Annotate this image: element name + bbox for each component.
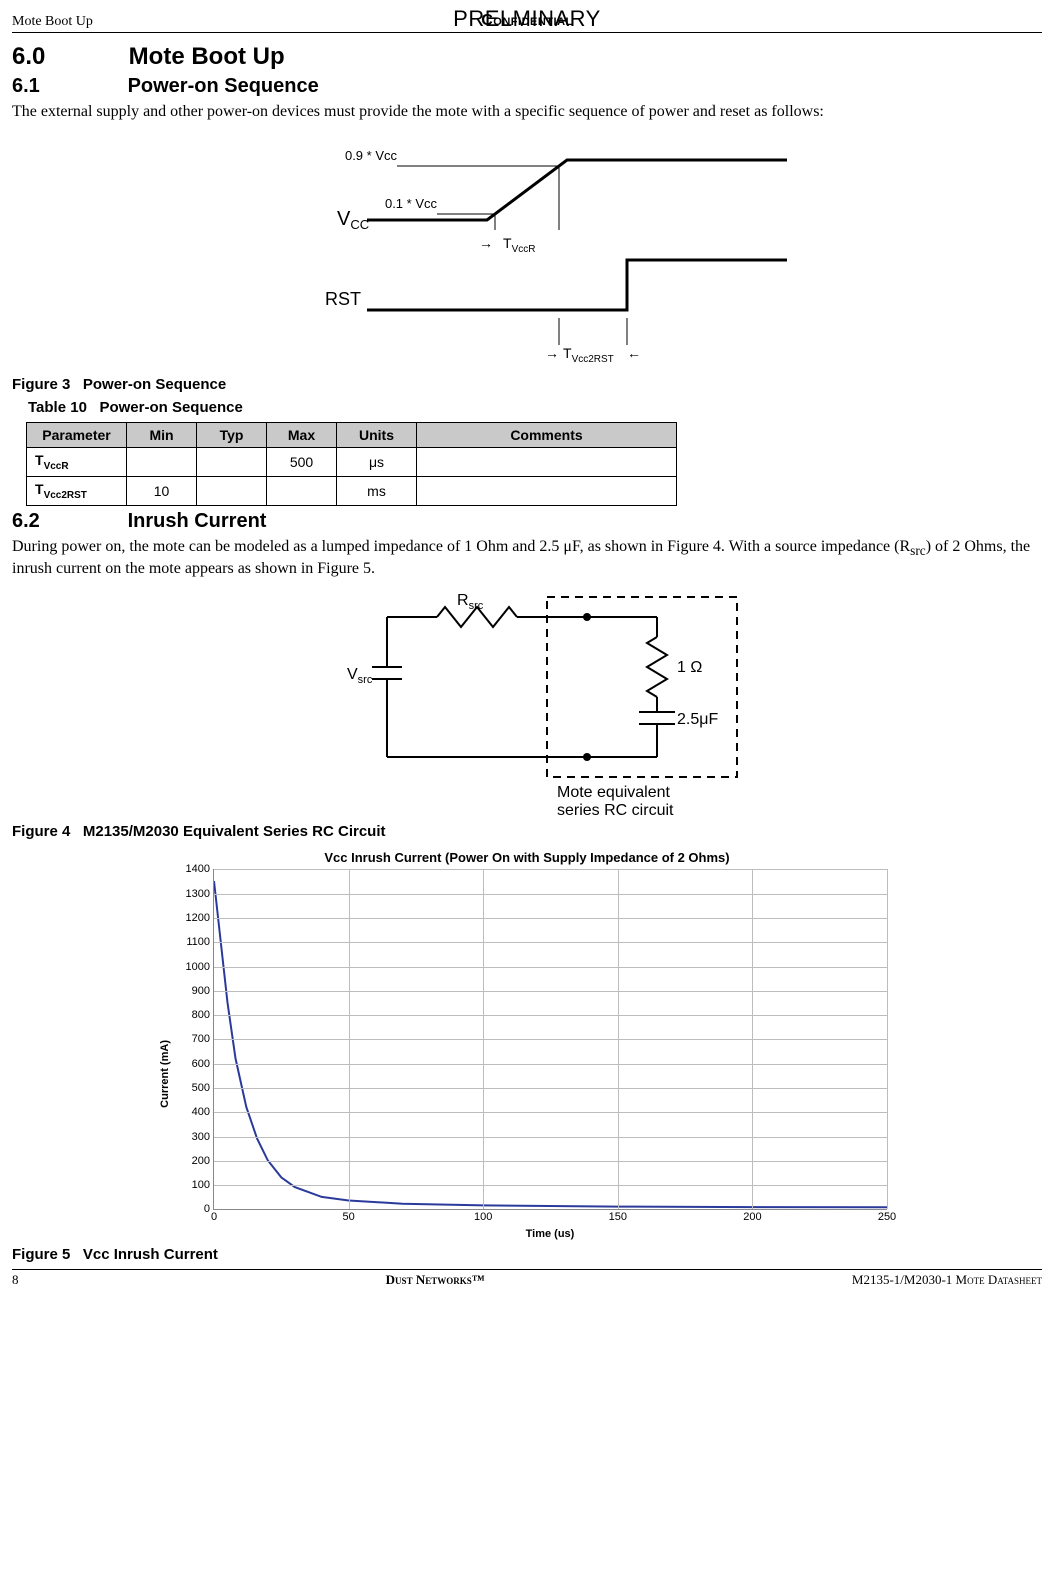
section-6-2-number: 6.2: [12, 510, 122, 533]
chart-xtick: 0: [211, 1209, 217, 1223]
page-footer: 8 Dust Networks™ M2135-1/M2030-1 Mote Da…: [12, 1272, 1042, 1288]
table-row: TVcc2RST10ms: [27, 476, 677, 505]
svg-text:Rsrc: Rsrc: [457, 592, 484, 612]
section-6-1-title: Power-on Sequence: [128, 75, 319, 97]
chart-series-line: [214, 882, 887, 1208]
svg-text:VCC: VCC: [337, 208, 369, 232]
svg-text:→: →: [479, 235, 493, 251]
svg-text:←: ←: [627, 345, 641, 361]
chart-ytick: 1400: [186, 863, 214, 875]
table-row: TVccR500μs: [27, 448, 677, 477]
chart-xtick: 250: [878, 1209, 896, 1223]
chart-ytick: 500: [192, 1082, 214, 1094]
section-6-2-title: Inrush Current: [128, 510, 267, 532]
header-section-name: Mote Boot Up: [12, 14, 93, 30]
confidential-label: Confidential: [12, 12, 1042, 30]
chart-xtick: 50: [342, 1209, 354, 1223]
footer-brand: Dust Networks™: [386, 1272, 485, 1288]
chart-xtick: 100: [474, 1209, 492, 1223]
chart-ytick: 1000: [186, 961, 214, 973]
svg-text:RST: RST: [325, 289, 361, 309]
table-header: Comments: [417, 423, 677, 448]
chart-ytick: 300: [192, 1131, 214, 1143]
table-header: Max: [267, 423, 337, 448]
footer-doc-title: M2135-1/M2030-1 Mote Datasheet: [852, 1272, 1042, 1288]
svg-text:1 Ω: 1 Ω: [677, 659, 702, 676]
figure-3-caption: Figure 3 Power-on Sequence: [12, 376, 1042, 393]
table-header: Units: [337, 423, 417, 448]
chart-ytick: 1300: [186, 888, 214, 900]
table-10-caption: Table 10 Power-on Sequence: [12, 399, 1042, 416]
chart-xlabel: Time (us): [213, 1228, 887, 1240]
section-6-number: 6.0: [12, 43, 122, 71]
footer-rule: [12, 1269, 1042, 1270]
chart-title: Vcc Inrush Current (Power On with Supply…: [167, 850, 887, 865]
section-6-1-body: The external supply and other power-on d…: [12, 102, 1042, 122]
figure-3-diagram: 0.9 * Vcc 0.1 * Vcc → TVccR VCC RST → TV…: [12, 130, 1042, 370]
section-6-title: Mote Boot Up: [129, 43, 285, 70]
section-6-1-heading: 6.1 Power-on Sequence: [12, 75, 1042, 98]
footer-page-number: 8: [12, 1272, 19, 1288]
chart-xtick: 200: [743, 1209, 761, 1223]
table-10: ParameterMinTypMaxUnitsComments TVccR500…: [26, 422, 677, 506]
svg-text:TVcc2RST: TVcc2RST: [563, 345, 614, 365]
chart-ytick: 400: [192, 1106, 214, 1118]
table-header: Min: [127, 423, 197, 448]
chart-ytick: 1100: [186, 936, 214, 948]
chart-ytick: 800: [192, 1009, 214, 1021]
figure-4-diagram: Vsrc Rsrc 1 Ω 2.5μF Mote equivalent seri…: [12, 587, 1042, 817]
svg-text:series RC circuit: series RC circuit: [557, 802, 674, 817]
table-header: Typ: [197, 423, 267, 448]
header-rule: [12, 32, 1042, 33]
chart-ytick: 600: [192, 1058, 214, 1070]
figure-5-caption: Figure 5 Vcc Inrush Current: [12, 1246, 1042, 1263]
chart-ytick: 200: [192, 1155, 214, 1167]
section-6-2-body: During power on, the mote can be modeled…: [12, 537, 1042, 580]
svg-text:0.1 * Vcc: 0.1 * Vcc: [385, 196, 438, 211]
svg-text:Vsrc: Vsrc: [347, 666, 373, 686]
inrush-chart: Vcc Inrush Current (Power On with Supply…: [167, 850, 887, 1240]
figure-4-caption: Figure 4 M2135/M2030 Equivalent Series R…: [12, 823, 1042, 840]
chart-ytick: 1200: [186, 912, 214, 924]
section-6-1-number: 6.1: [12, 75, 122, 98]
section-6-heading: 6.0 Mote Boot Up: [12, 43, 1042, 71]
chart-ytick: 100: [192, 1179, 214, 1191]
table-header: Parameter: [27, 423, 127, 448]
section-6-2-heading: 6.2 Inrush Current: [12, 510, 1042, 533]
chart-ytick: 900: [192, 985, 214, 997]
chart-ytick: 700: [192, 1033, 214, 1045]
svg-text:→: →: [545, 345, 559, 361]
svg-text:Mote equivalent: Mote equivalent: [557, 784, 671, 801]
chart-xtick: 150: [609, 1209, 627, 1223]
svg-text:0.9 * Vcc: 0.9 * Vcc: [345, 148, 398, 163]
svg-text:TVccR: TVccR: [503, 235, 535, 255]
chart-ylabel: Current (mA): [159, 1040, 171, 1108]
svg-text:2.5μF: 2.5μF: [677, 711, 718, 728]
